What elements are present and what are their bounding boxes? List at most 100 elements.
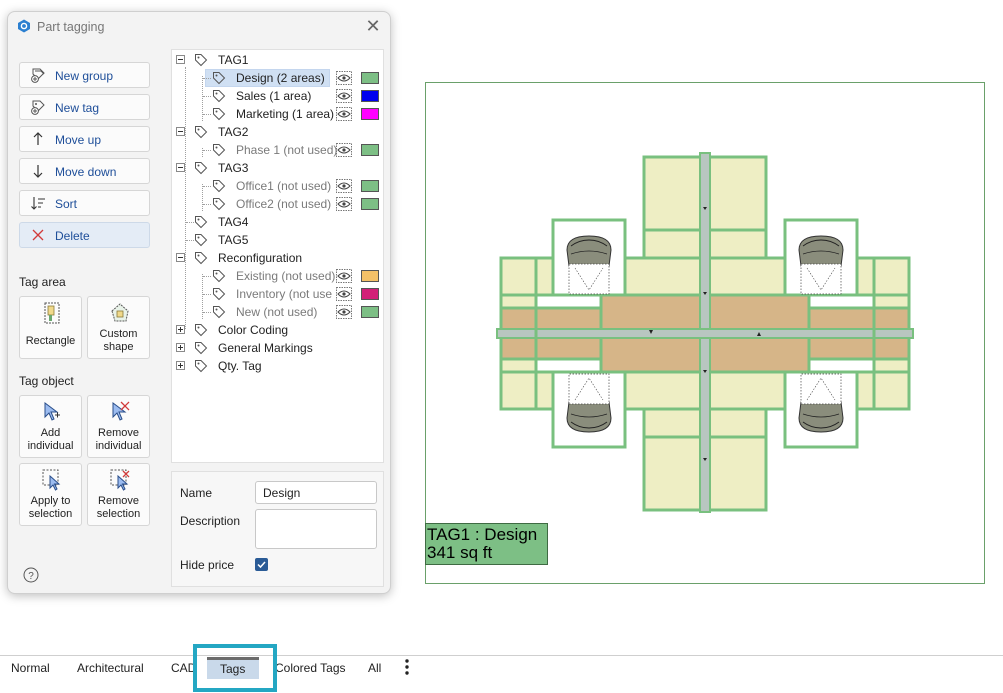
rectangle-button[interactable]: Rectangle bbox=[19, 296, 82, 359]
arrow-down-icon bbox=[33, 165, 43, 178]
tree-node-tag2[interactable]: TAG2 bbox=[172, 123, 383, 141]
tree-node-marketing[interactable]: Marketing (1 area) bbox=[172, 105, 383, 123]
expand-icon[interactable] bbox=[176, 325, 185, 334]
name-input[interactable] bbox=[255, 481, 377, 504]
collapse-icon[interactable] bbox=[176, 127, 185, 136]
tag-icon bbox=[213, 270, 226, 283]
expand-icon[interactable] bbox=[176, 361, 185, 370]
new-group-button[interactable]: New group bbox=[19, 62, 150, 88]
tag-icon bbox=[213, 72, 226, 85]
color-swatch-office1[interactable] bbox=[361, 180, 379, 192]
move-down-button[interactable]: Move down bbox=[19, 158, 150, 184]
tree-node-tag1[interactable]: TAG1 bbox=[172, 51, 383, 69]
apply-to-selection-label: Apply to selection bbox=[20, 495, 81, 520]
move-up-button[interactable]: Move up bbox=[19, 126, 150, 152]
description-input[interactable] bbox=[255, 509, 377, 549]
sort-button[interactable]: Sort bbox=[19, 190, 150, 216]
color-swatch-office2[interactable] bbox=[361, 198, 379, 210]
visibility-eye-icon[interactable] bbox=[336, 269, 352, 283]
tree-node-tag5[interactable]: TAG5 bbox=[172, 231, 383, 249]
remove-selection-button[interactable]: Remove selection bbox=[87, 463, 150, 526]
new-tag-label: New tag bbox=[55, 101, 100, 115]
visibility-eye-icon[interactable] bbox=[336, 89, 352, 103]
remove-individual-button[interactable]: Remove individual bbox=[87, 395, 150, 458]
tree-node-general-markings[interactable]: General Markings bbox=[172, 339, 383, 357]
tree-guide bbox=[203, 96, 211, 97]
tree-node-sales[interactable]: Sales (1 area) bbox=[172, 87, 383, 105]
tree-label-new: New (not used) bbox=[236, 305, 318, 319]
color-swatch-sales[interactable] bbox=[361, 90, 379, 102]
tag-group-icon bbox=[195, 342, 208, 355]
area-tag-label[interactable]: TAG1 : Design 341 sq ft bbox=[425, 523, 548, 565]
tree-label-general-markings: General Markings bbox=[218, 341, 313, 355]
add-individual-line1: Add bbox=[40, 427, 61, 439]
sort-icon bbox=[31, 197, 45, 210]
tree-guide bbox=[203, 114, 211, 115]
tree-node-phase1[interactable]: Phase 1 (not used) bbox=[172, 141, 383, 159]
tree-node-office1[interactable]: Office1 (not used) bbox=[172, 177, 383, 195]
tag-tree[interactable]: TAG1 Design (2 areas) Sales (1 area) Mar… bbox=[171, 49, 384, 463]
tree-node-qty-tag[interactable]: Qty. Tag bbox=[172, 357, 383, 375]
visibility-eye-icon[interactable] bbox=[336, 287, 352, 301]
apply-selection-icon bbox=[42, 469, 61, 491]
tree-node-design[interactable]: Design (2 areas) bbox=[172, 69, 383, 87]
tree-node-office2[interactable]: Office2 (not used) bbox=[172, 195, 383, 213]
tree-node-color-coding[interactable]: Color Coding bbox=[172, 321, 383, 339]
tree-label-marketing: Marketing (1 area) bbox=[236, 107, 335, 121]
visibility-eye-icon[interactable] bbox=[336, 179, 352, 193]
add-individual-button[interactable]: Add individual bbox=[19, 395, 82, 458]
color-swatch-phase1[interactable] bbox=[361, 144, 379, 156]
view-tab-bar: Normal Architectural CAD Colored Tags Al… bbox=[0, 655, 1003, 693]
tree-guide bbox=[203, 204, 211, 205]
new-tag-button[interactable]: New tag bbox=[19, 94, 150, 120]
custom-shape-label-line2: shape bbox=[103, 340, 134, 353]
tag-area-heading: Tag area bbox=[19, 275, 66, 289]
move-down-label: Move down bbox=[55, 165, 117, 179]
expand-icon[interactable] bbox=[176, 343, 185, 352]
rectangle-label: Rectangle bbox=[25, 335, 76, 347]
color-swatch-marketing[interactable] bbox=[361, 108, 379, 120]
tree-node-reconfiguration[interactable]: Reconfiguration bbox=[172, 249, 383, 267]
color-swatch-new[interactable] bbox=[361, 306, 379, 318]
tree-label-tag2: TAG2 bbox=[218, 125, 249, 139]
color-swatch-design[interactable] bbox=[361, 72, 379, 84]
tab-colored-tags[interactable]: Colored Tags bbox=[275, 661, 346, 675]
new-tag-icon bbox=[31, 100, 45, 115]
remove-individual-label: Remove individual bbox=[88, 427, 149, 452]
delete-button[interactable]: Delete bbox=[19, 222, 150, 248]
remove-individual-line2: individual bbox=[95, 439, 142, 452]
tree-node-inventory[interactable]: Inventory (not use bbox=[172, 285, 383, 303]
tree-node-existing[interactable]: Existing (not used) bbox=[172, 267, 383, 285]
custom-shape-button[interactable]: Custom shape bbox=[87, 296, 150, 359]
remove-selection-label: Remove selection bbox=[88, 495, 149, 520]
visibility-eye-icon[interactable] bbox=[336, 143, 352, 157]
tree-node-tag3[interactable]: TAG3 bbox=[172, 159, 383, 177]
visibility-eye-icon[interactable] bbox=[336, 305, 352, 319]
tab-normal[interactable]: Normal bbox=[11, 661, 50, 675]
collapse-icon[interactable] bbox=[176, 253, 185, 262]
dialog-titlebar[interactable]: Part tagging ✕ bbox=[8, 12, 390, 42]
apply-to-selection-button[interactable]: Apply to selection bbox=[19, 463, 82, 526]
color-swatch-inventory[interactable] bbox=[361, 288, 379, 300]
visibility-eye-icon[interactable] bbox=[336, 71, 352, 85]
floor-plan-drawing[interactable] bbox=[495, 150, 915, 515]
tree-node-new[interactable]: New (not used) bbox=[172, 303, 383, 321]
tree-guide bbox=[203, 312, 211, 313]
tab-all[interactable]: All bbox=[368, 661, 381, 675]
close-button[interactable]: ✕ bbox=[362, 16, 384, 38]
more-tabs-icon[interactable] bbox=[402, 657, 412, 679]
hide-price-label: Hide price bbox=[180, 558, 235, 572]
area-tag-name: TAG1 : Design bbox=[427, 525, 538, 544]
tree-node-tag4[interactable]: TAG4 bbox=[172, 213, 383, 231]
collapse-icon[interactable] bbox=[176, 163, 185, 172]
visibility-eye-icon[interactable] bbox=[336, 107, 352, 121]
collapse-icon[interactable] bbox=[176, 55, 185, 64]
close-icon: ✕ bbox=[365, 16, 381, 36]
remove-selection-icon bbox=[110, 469, 130, 491]
visibility-eye-icon[interactable] bbox=[336, 197, 352, 211]
apply-selection-line1: Apply to bbox=[30, 495, 71, 507]
help-icon[interactable]: ? bbox=[23, 567, 39, 583]
hide-price-checkbox[interactable] bbox=[255, 558, 268, 571]
color-swatch-existing[interactable] bbox=[361, 270, 379, 282]
tab-architectural[interactable]: Architectural bbox=[77, 661, 144, 675]
